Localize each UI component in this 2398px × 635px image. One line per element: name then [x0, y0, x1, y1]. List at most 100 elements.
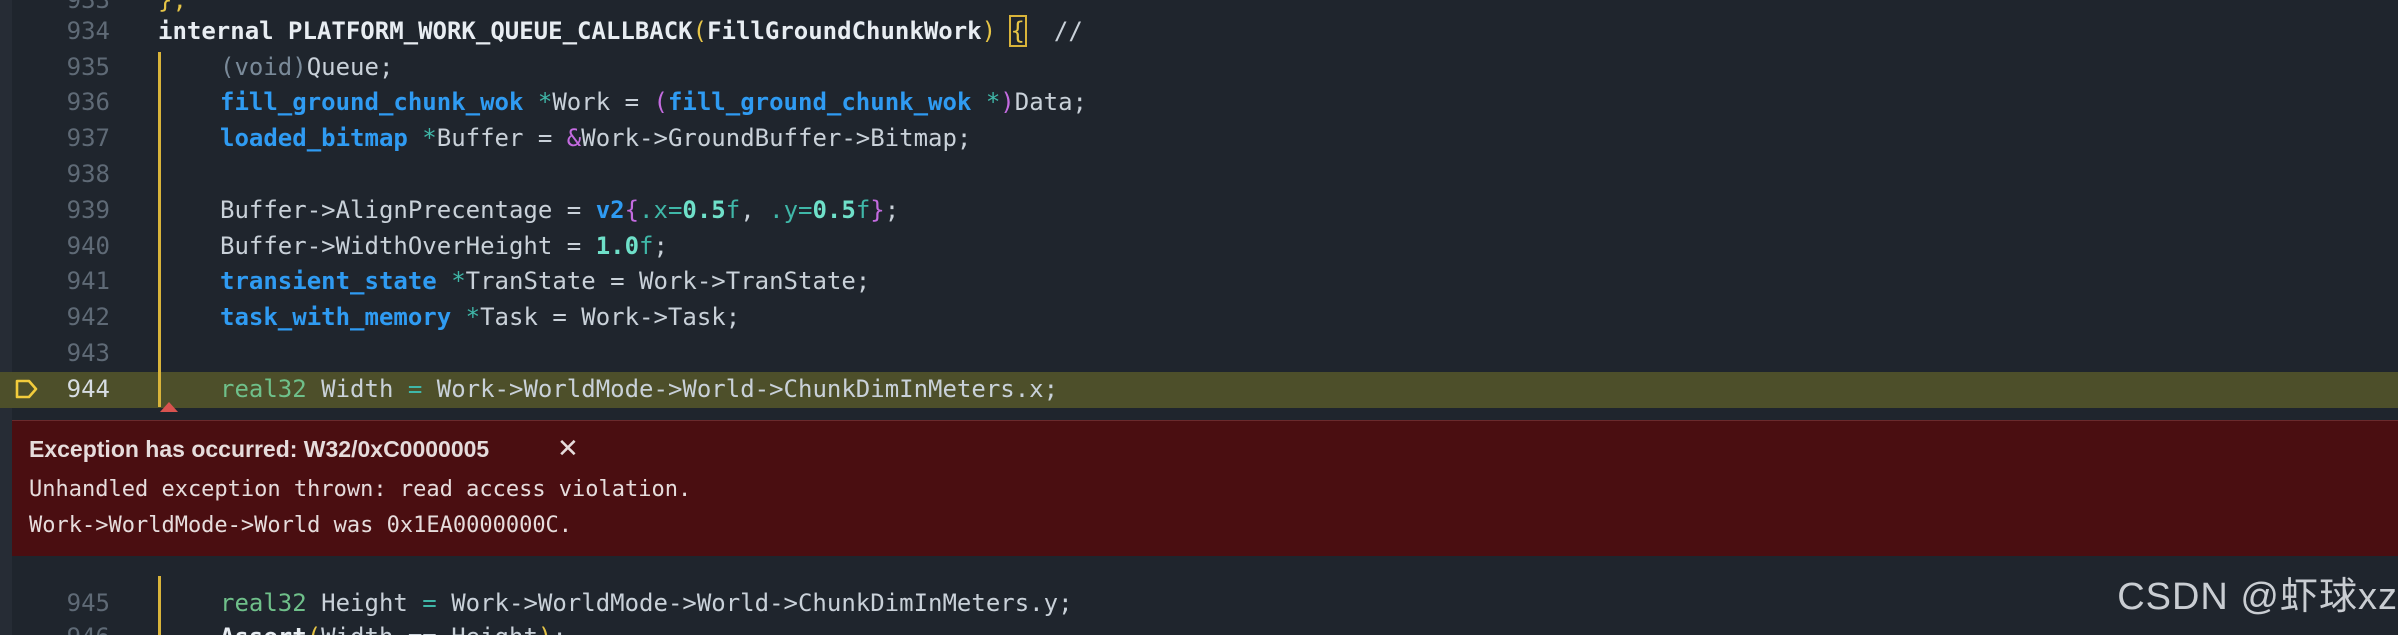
line-code: Assert(Width == Height); [220, 620, 567, 635]
code-token: ( [653, 88, 668, 116]
code-token: Width [306, 375, 408, 403]
code-line[interactable]: 942 task_with_memory *Task = Work->Task; [0, 300, 2398, 336]
exception-title: Exception has occurred: W32/0xC0000005 [29, 436, 490, 462]
line-code: (void)Queue; [220, 50, 393, 86]
code-token: f [639, 232, 654, 260]
code-line[interactable]: 934 internal PLATFORM_WORK_QUEUE_CALLBACK… [0, 14, 2398, 50]
code-token: * [407, 124, 437, 152]
line-code: task_with_memory *Task = Work->Task; [220, 300, 740, 336]
line-number: 945 [66, 589, 110, 617]
code-token: ) [981, 17, 997, 45]
code-token: Work->WorldMode->World->ChunkDimInMeters… [436, 589, 1073, 617]
line-code: internal PLATFORM_WORK_QUEUE_CALLBACK(Fi… [158, 14, 1083, 50]
code-token: Task = Work->Task; [480, 303, 741, 331]
exception-widget: Exception has occurred: W32/0xC0000005 ✕… [12, 420, 2398, 556]
current-statement-arrow-icon [15, 379, 38, 399]
code-token: Data; [1014, 88, 1087, 116]
code-token: internal PLATFORM_WORK_QUEUE_CALLBACK [158, 17, 693, 45]
code-token: * [451, 303, 481, 331]
code-line[interactable]: 935 (void)Queue; [0, 50, 2398, 86]
code-token: ) [1000, 88, 1015, 116]
code-token: .x= [639, 196, 683, 224]
line-number: 936 [66, 88, 110, 116]
line-number: 939 [66, 196, 110, 224]
indent-guide-lower [158, 576, 161, 635]
line-number: 935 [66, 53, 110, 81]
code-token: ( [692, 17, 708, 45]
code-token: Queue; [306, 53, 394, 81]
code-token: 1.0 [595, 232, 640, 260]
line-number: 934 [66, 17, 110, 45]
code-token: real32 [220, 375, 307, 403]
line-code: transient_state *TranState = Work->TranS… [220, 264, 870, 300]
line-number: 938 [66, 160, 110, 188]
code-token: * [971, 88, 1001, 116]
line-number: 943 [66, 339, 110, 367]
code-token: task_with_memory [220, 303, 452, 331]
code-token: 0.5 [682, 196, 726, 224]
line-code: real32 Width = Work->WorldMode->World->C… [220, 372, 1058, 408]
code-editor[interactable]: 933}; 934 internal PLATFORM_WORK_QUEUE_CAL… [0, 0, 2398, 635]
code-token: , [740, 196, 770, 224]
code-token: = [422, 589, 437, 617]
code-token: ; [552, 623, 566, 635]
code-token: Buffer = [436, 124, 567, 152]
line-code: real32 Height = Work->WorldMode->World->… [220, 586, 1073, 622]
code-token: { [1008, 15, 1028, 47]
code-token: ; [884, 196, 900, 224]
code-line[interactable]: 946 Assert(Width == Height); [0, 620, 2398, 635]
current-line[interactable]: 944 real32 Width = Work->WorldMode->World… [0, 372, 2398, 412]
line-number: 940 [66, 232, 110, 260]
code-token: { [624, 196, 640, 224]
line-number: 937 [66, 124, 110, 152]
code-line[interactable]: 941 transient_state *TranState = Work->Tr… [0, 264, 2398, 300]
close-icon[interactable]: ✕ [557, 433, 579, 464]
line-code: fill_ground_chunk_wok *Work = (fill_grou… [220, 85, 1087, 121]
code-token: loaded_bitmap [220, 124, 408, 152]
code-token: 0.5 [812, 196, 856, 224]
code-token: Work->GroundBuffer->Bitmap; [581, 124, 972, 152]
line-number: 942 [66, 303, 110, 331]
code-token: // [1024, 17, 1083, 45]
code-token: FillGroundChunkWork [707, 17, 982, 45]
exception-message-line2: Work->WorldMode->World was 0x1EA0000000C… [29, 513, 573, 538]
exception-message-line1: Unhandled exception thrown: read access … [29, 477, 692, 502]
code-token: TranState = Work->TranState; [465, 267, 871, 295]
code-line[interactable]: 940 Buffer->WidthOverHeight = 1.0f; [0, 229, 2398, 265]
line-code: loaded_bitmap *Buffer = &Work->GroundBuf… [220, 121, 971, 157]
code-token: f [855, 196, 871, 224]
code-token: f [725, 196, 741, 224]
code-token: ( [307, 623, 321, 635]
code-token: Buffer->AlignPrecentage = [220, 196, 596, 224]
code-line[interactable]: 943 [0, 336, 2398, 372]
code-token: * [436, 267, 466, 295]
code-token: } [870, 196, 885, 224]
code-line[interactable]: 936 fill_ground_chunk_wok *Work = (fill_g… [0, 85, 2398, 121]
code-token: real32 [220, 589, 307, 617]
watermark: CSDN @虾球xz [2117, 576, 2398, 618]
code-token: ; [653, 232, 668, 260]
code-line[interactable]: 945 real32 Height = Work->WorldMode->Worl… [0, 586, 2398, 622]
line-number: 944 [66, 375, 110, 403]
code-line[interactable]: 939 Buffer->AlignPrecentage = v2{.x=0.5f,… [0, 193, 2398, 229]
code-line[interactable]: 937 loaded_bitmap *Buffer = &Work->Ground… [0, 121, 2398, 157]
indent-guide-upper [158, 52, 161, 407]
code-line[interactable]: 938 [0, 157, 2398, 193]
code-token: Width == Height [321, 623, 538, 635]
line-number: 941 [66, 267, 110, 295]
code-token: .y= [769, 196, 813, 224]
code-token: Height [306, 589, 423, 617]
code-token: v2 [595, 196, 625, 224]
line-code: Buffer->WidthOverHeight = 1.0f; [220, 229, 668, 265]
line-code: Buffer->AlignPrecentage = v2{.x=0.5f, .y… [220, 193, 899, 229]
code-token: transient_state [220, 267, 437, 295]
exception-pointer-icon [160, 402, 178, 412]
code-token: fill_ground_chunk_wok [667, 88, 972, 116]
code-token: Assert [220, 623, 307, 635]
code-token: (void) [220, 53, 307, 81]
line-number: 946 [40, 620, 110, 635]
code-token: Buffer->WidthOverHeight = [220, 232, 596, 260]
code-token: & [566, 124, 582, 152]
code-token: = [407, 375, 423, 403]
